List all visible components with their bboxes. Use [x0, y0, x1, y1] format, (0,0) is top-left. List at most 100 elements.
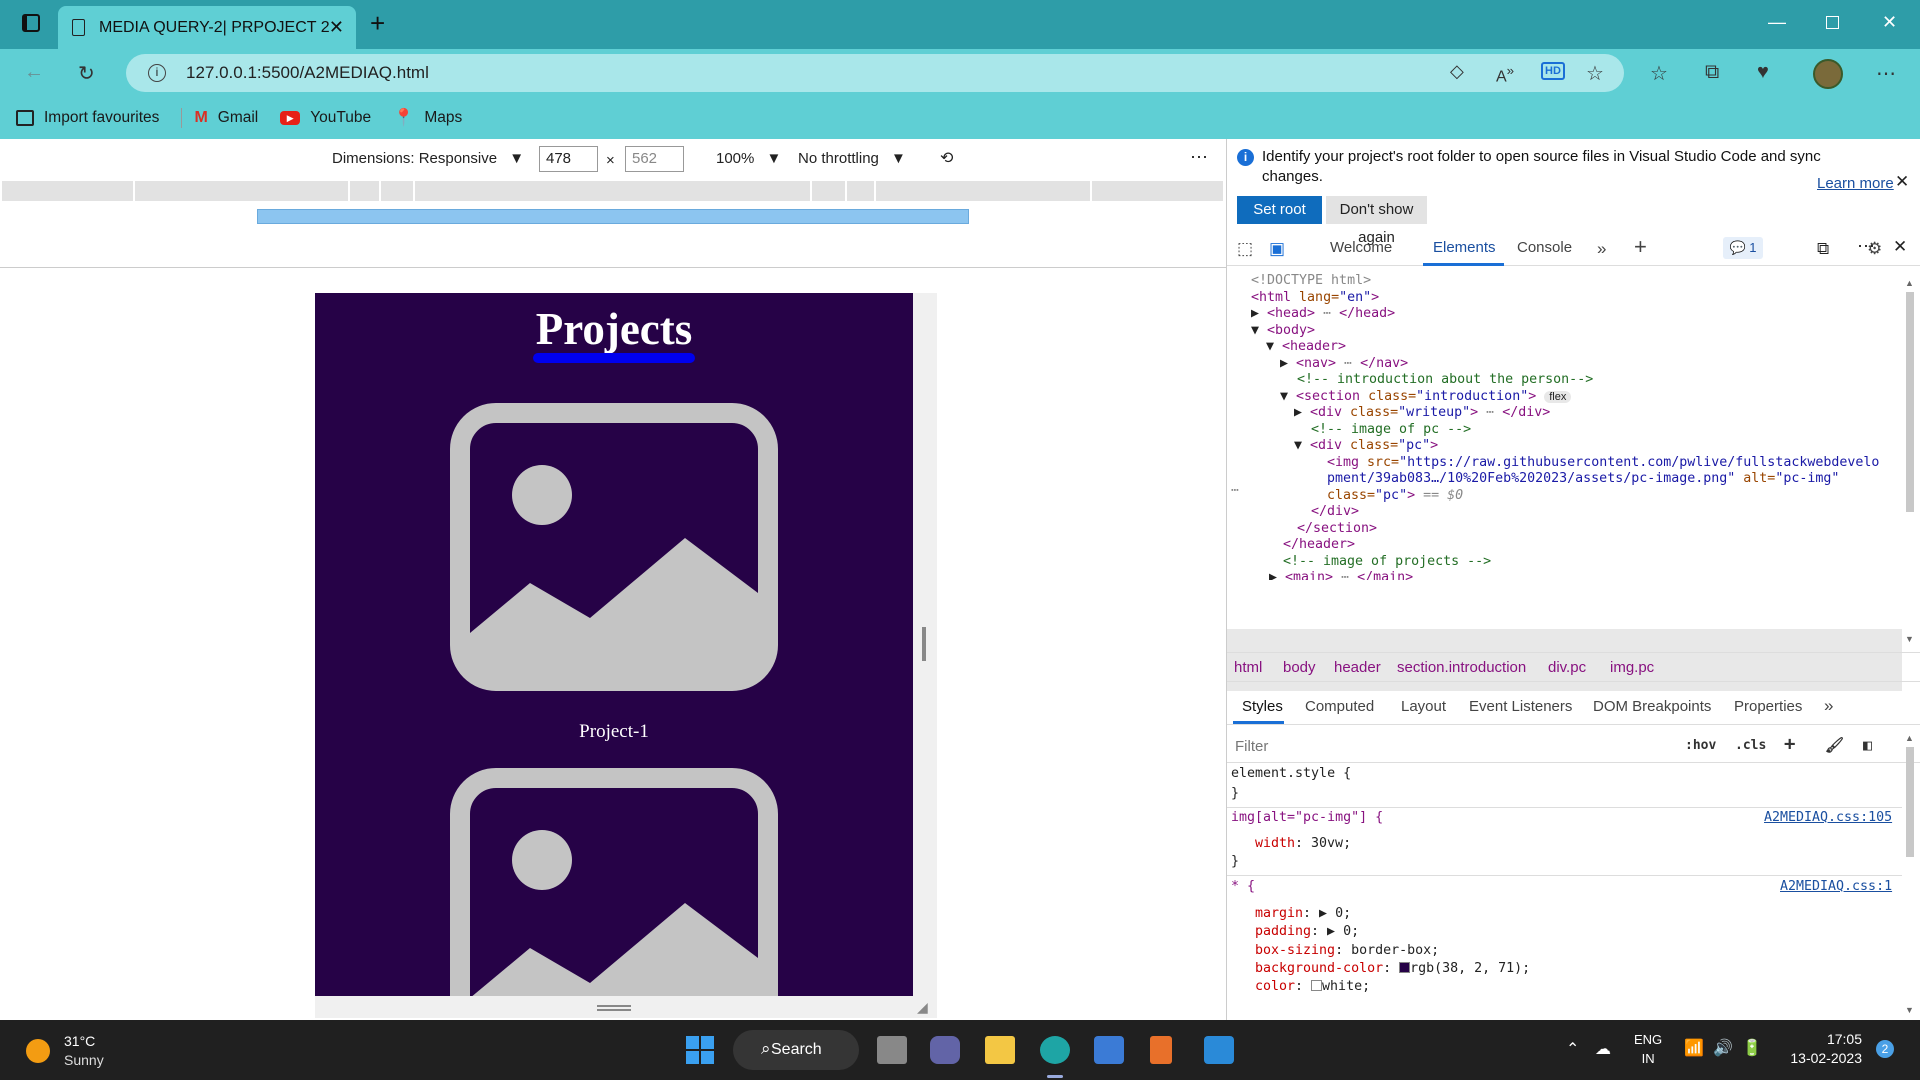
restore-icon[interactable]	[1826, 16, 1839, 29]
learn-more-link[interactable]: Learn more	[1817, 175, 1894, 192]
height-input[interactable]: 562	[625, 146, 684, 172]
tab-styles[interactable]: Styles	[1242, 698, 1283, 715]
favourite-maps[interactable]: 📍 Maps	[393, 108, 462, 128]
tag-icon[interactable]: ◇	[1450, 61, 1464, 82]
battery-icon[interactable]: 🔋	[1742, 1038, 1762, 1058]
issues-badge[interactable]: 💬 1	[1723, 237, 1763, 259]
tab-event-listeners[interactable]: Event Listeners	[1469, 698, 1572, 715]
browser-tab[interactable]: MEDIA QUERY-2| PRPOJECT 2 ✕	[58, 6, 356, 49]
tab-layout[interactable]: Layout	[1401, 698, 1446, 715]
breadcrumb-item[interactable]: html	[1234, 659, 1262, 676]
node-actions-icon[interactable]: ⋯	[1231, 481, 1239, 501]
favourite-import[interactable]: Import favourites	[16, 109, 159, 127]
style-rule-selector[interactable]: element.style {	[1231, 765, 1351, 784]
breadcrumb-item[interactable]: header	[1334, 659, 1381, 676]
style-declaration[interactable]: color: white;	[1255, 978, 1370, 997]
throttling-select[interactable]: No throttling ▼	[798, 150, 906, 167]
color-swatch[interactable]	[1399, 962, 1411, 973]
resize-handle-bottom[interactable]	[597, 1005, 631, 1011]
hd-icon[interactable]: HD	[1541, 62, 1565, 80]
close-tab-icon[interactable]: ✕	[329, 17, 344, 38]
office-icon[interactable]	[1150, 1036, 1172, 1064]
paint-icon[interactable]: 🖌	[1825, 736, 1844, 754]
tab-computed[interactable]: Computed	[1305, 698, 1374, 715]
file-explorer-icon[interactable]	[985, 1036, 1015, 1064]
hov-toggle[interactable]: :hov	[1685, 738, 1716, 753]
clock[interactable]: 17:05 13-02-2023	[1786, 1030, 1862, 1068]
tab-welcome[interactable]: Welcome	[1330, 239, 1392, 256]
dont-show-again-button[interactable]: Don't show again	[1326, 196, 1427, 246]
new-tab-icon[interactable]: +	[370, 8, 385, 39]
sidebar-toggle-icon[interactable]: ◧	[1863, 736, 1872, 754]
close-window-icon[interactable]: ✕	[1882, 12, 1897, 33]
media-query-bar[interactable]	[2, 181, 1223, 201]
address-bar[interactable]: i 127.0.0.1:5500/A2MEDIAQ.html	[126, 54, 1624, 92]
profile-avatar[interactable]	[1813, 59, 1843, 89]
dimensions-select[interactable]: Dimensions: Responsive ▼	[332, 150, 524, 167]
media-query-range[interactable]	[257, 209, 969, 224]
filter-input[interactable]: Filter	[1235, 738, 1268, 755]
task-view-icon[interactable]	[877, 1036, 907, 1064]
color-swatch[interactable]	[1311, 980, 1323, 991]
more-tabs-icon[interactable]: »	[1824, 696, 1833, 716]
wifi-icon[interactable]: 📶	[1684, 1038, 1704, 1058]
style-declaration[interactable]: padding: ▶ 0;	[1255, 923, 1359, 942]
width-input[interactable]: 478	[539, 146, 598, 172]
dom-scrollbar[interactable]: ▲ ▼	[1903, 274, 1917, 649]
favourites-icon[interactable]: ☆	[1650, 61, 1668, 86]
start-icon[interactable]	[686, 1036, 716, 1064]
more-tabs-icon[interactable]: »	[1597, 239, 1606, 259]
style-declaration[interactable]: background-color: rgb(38, 2, 71);	[1255, 960, 1530, 979]
rotate-icon[interactable]: ⟲	[940, 148, 953, 168]
close-icon[interactable]: ✕	[1895, 172, 1909, 192]
style-declaration[interactable]: box-sizing: border-box;	[1255, 942, 1439, 961]
notification-badge[interactable]: 2	[1876, 1040, 1894, 1058]
device-toggle-icon[interactable]: ▣	[1269, 239, 1285, 259]
onedrive-icon[interactable]: ☁	[1595, 1039, 1611, 1059]
volume-icon[interactable]: 🔊	[1713, 1038, 1733, 1058]
show-hidden-icons[interactable]: ⌃	[1566, 1039, 1579, 1059]
teams-chat-icon[interactable]	[930, 1036, 960, 1064]
dock-icon[interactable]: ⧉	[1817, 239, 1829, 259]
style-source-link[interactable]: A2MEDIAQ.css:105	[1764, 809, 1892, 828]
resize-handle-right[interactable]	[922, 627, 926, 661]
dom-line[interactable]: ▶ <main> ⋯ </main>	[1269, 568, 1413, 580]
back-icon[interactable]: ←	[24, 61, 44, 84]
breadcrumb-item[interactable]: div.pc	[1548, 659, 1586, 676]
edge-icon[interactable]	[1040, 1036, 1070, 1064]
collections-icon[interactable]: ⧉	[1705, 61, 1719, 84]
settings-more-icon[interactable]: ⋯	[1876, 61, 1896, 86]
refresh-icon[interactable]: ↻	[78, 61, 95, 86]
resize-corner-icon[interactable]: ◢	[917, 999, 928, 1016]
tab-actions-icon[interactable]	[22, 14, 40, 32]
favourite-youtube[interactable]: ▶ YouTube	[280, 109, 371, 127]
add-favourite-icon[interactable]: ☆	[1586, 61, 1604, 86]
new-rule-icon[interactable]: +	[1784, 733, 1795, 755]
vscode-icon[interactable]	[1204, 1036, 1234, 1064]
site-info-icon[interactable]: i	[148, 64, 166, 82]
tab-properties[interactable]: Properties	[1734, 698, 1802, 715]
set-root-folder-button[interactable]: Set root folder	[1237, 196, 1322, 246]
breadcrumb-item[interactable]: body	[1283, 659, 1316, 676]
tab-console[interactable]: Console	[1517, 239, 1572, 256]
zoom-select[interactable]: 100% ▼	[716, 150, 781, 167]
breadcrumb-item-selected[interactable]: img.pc	[1604, 659, 1661, 676]
style-source-link[interactable]: A2MEDIAQ.css:1	[1780, 878, 1892, 897]
customize-menu-icon[interactable]: ⋯	[1857, 236, 1875, 257]
tab-elements[interactable]: Elements	[1433, 239, 1496, 256]
store-icon[interactable]	[1094, 1036, 1124, 1064]
cls-toggle[interactable]: .cls	[1735, 738, 1766, 753]
language-indicator[interactable]: ENG IN	[1634, 1030, 1662, 1068]
style-declaration[interactable]: width: 30vw;	[1255, 835, 1351, 854]
favourite-gmail[interactable]: M Gmail	[194, 109, 258, 127]
style-rule-selector[interactable]: * {	[1231, 878, 1255, 897]
taskbar-search[interactable]: ⌕ Search	[733, 1030, 859, 1070]
breadcrumb-item[interactable]: section.introduction	[1397, 659, 1526, 676]
close-devtools-icon[interactable]: ✕	[1893, 237, 1907, 257]
more-options-icon[interactable]: ⋯	[1190, 147, 1208, 168]
styles-scrollbar[interactable]: ▲ ▼	[1903, 729, 1917, 1020]
read-aloud-icon[interactable]: A»	[1496, 63, 1514, 86]
style-rule-selector[interactable]: img[alt="pc-img"] {	[1231, 809, 1383, 828]
tab-dom-breakpoints[interactable]: DOM Breakpoints	[1593, 698, 1711, 715]
style-declaration[interactable]: margin: ▶ 0;	[1255, 905, 1351, 924]
